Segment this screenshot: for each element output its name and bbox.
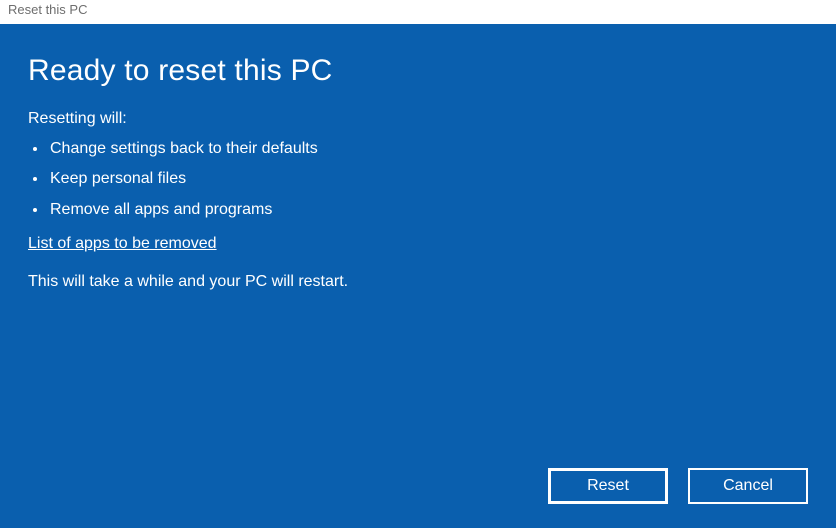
window-title: Reset this PC [0, 0, 836, 24]
page-heading: Ready to reset this PC [28, 54, 808, 88]
apps-to-remove-link[interactable]: List of apps to be removed [28, 235, 217, 253]
content-panel: Ready to reset this PC Resetting will: C… [0, 24, 836, 528]
bullet-list: Change settings back to their defaults K… [28, 134, 808, 225]
list-item: Remove all apps and programs [48, 195, 808, 225]
list-item: Change settings back to their defaults [48, 134, 808, 164]
restart-note: This will take a while and your PC will … [28, 273, 808, 291]
cancel-button[interactable]: Cancel [688, 468, 808, 504]
list-item: Keep personal files [48, 164, 808, 194]
button-row: Reset Cancel [548, 468, 808, 504]
reset-button[interactable]: Reset [548, 468, 668, 504]
intro-text: Resetting will: [28, 110, 808, 128]
